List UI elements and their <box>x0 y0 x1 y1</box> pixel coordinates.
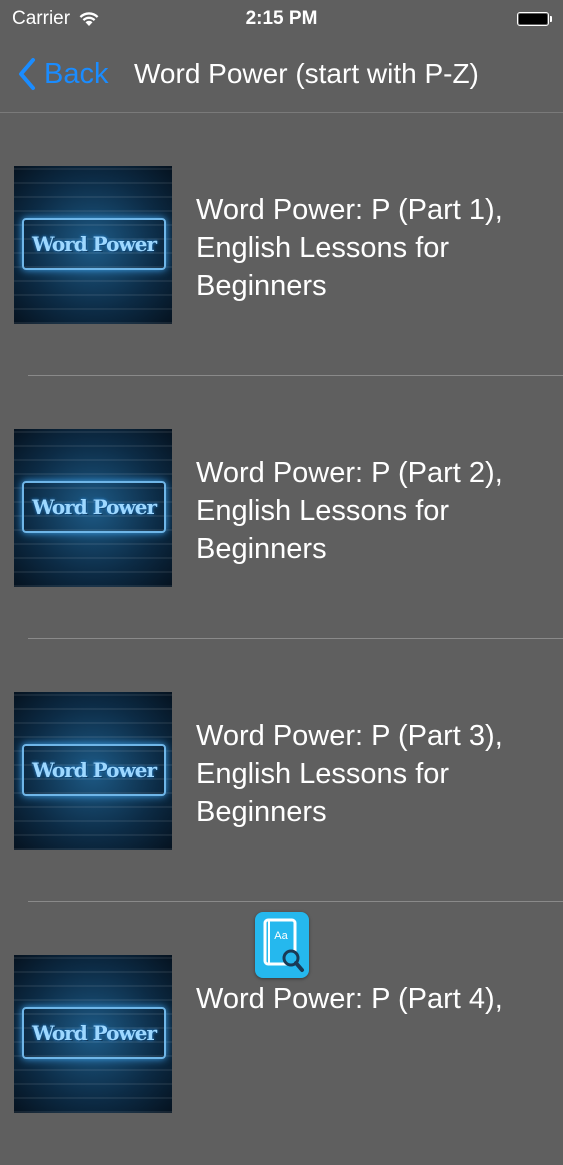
lesson-title: Word Power: P (Part 1), English Lessons … <box>196 194 503 302</box>
lesson-title: Word Power: P (Part 2), English Lessons … <box>196 457 503 565</box>
thumbnail-logo-text: Word Power <box>32 495 157 519</box>
status-bar: Carrier 2:15 PM <box>0 0 563 40</box>
thumbnail-logo-text: Word Power <box>32 232 157 256</box>
battery-icon <box>517 11 553 27</box>
back-button[interactable]: Back <box>18 54 108 94</box>
lesson-thumbnail: Word Power <box>14 166 172 324</box>
lesson-thumbnail: Word Power <box>14 692 172 850</box>
lesson-title: Word Power: P (Part 3), English Lessons … <box>196 720 503 828</box>
dictionary-search-button[interactable]: Aa <box>255 912 309 978</box>
navigation-bar: Back Word Power (start with P-Z) <box>0 40 563 113</box>
lesson-thumbnail: Word Power <box>14 429 172 587</box>
dictionary-icon-text: Aa <box>274 930 288 942</box>
dictionary-search-icon: Aa <box>263 918 304 972</box>
thumbnail-logo-text: Word Power <box>32 758 157 782</box>
chevron-left-icon <box>19 58 35 90</box>
thumbnail-logo-text: Word Power <box>32 1021 157 1045</box>
lesson-list: Word Power Word Power: P (Part 1), Engli… <box>0 113 563 1165</box>
list-item[interactable]: Word Power Word Power: P (Part 2), Engli… <box>0 376 563 639</box>
page-title: Word Power (start with P-Z) <box>134 58 479 89</box>
list-item[interactable]: Word Power Word Power: P (Part 1), Engli… <box>0 113 563 376</box>
status-time: 2:15 PM <box>245 8 318 29</box>
list-item[interactable]: Word Power Word Power: P (Part 3), Engli… <box>0 639 563 902</box>
back-label: Back <box>44 57 109 90</box>
lesson-thumbnail: Word Power <box>14 955 172 1113</box>
lesson-title: Word Power: P (Part 4), <box>196 983 503 1015</box>
